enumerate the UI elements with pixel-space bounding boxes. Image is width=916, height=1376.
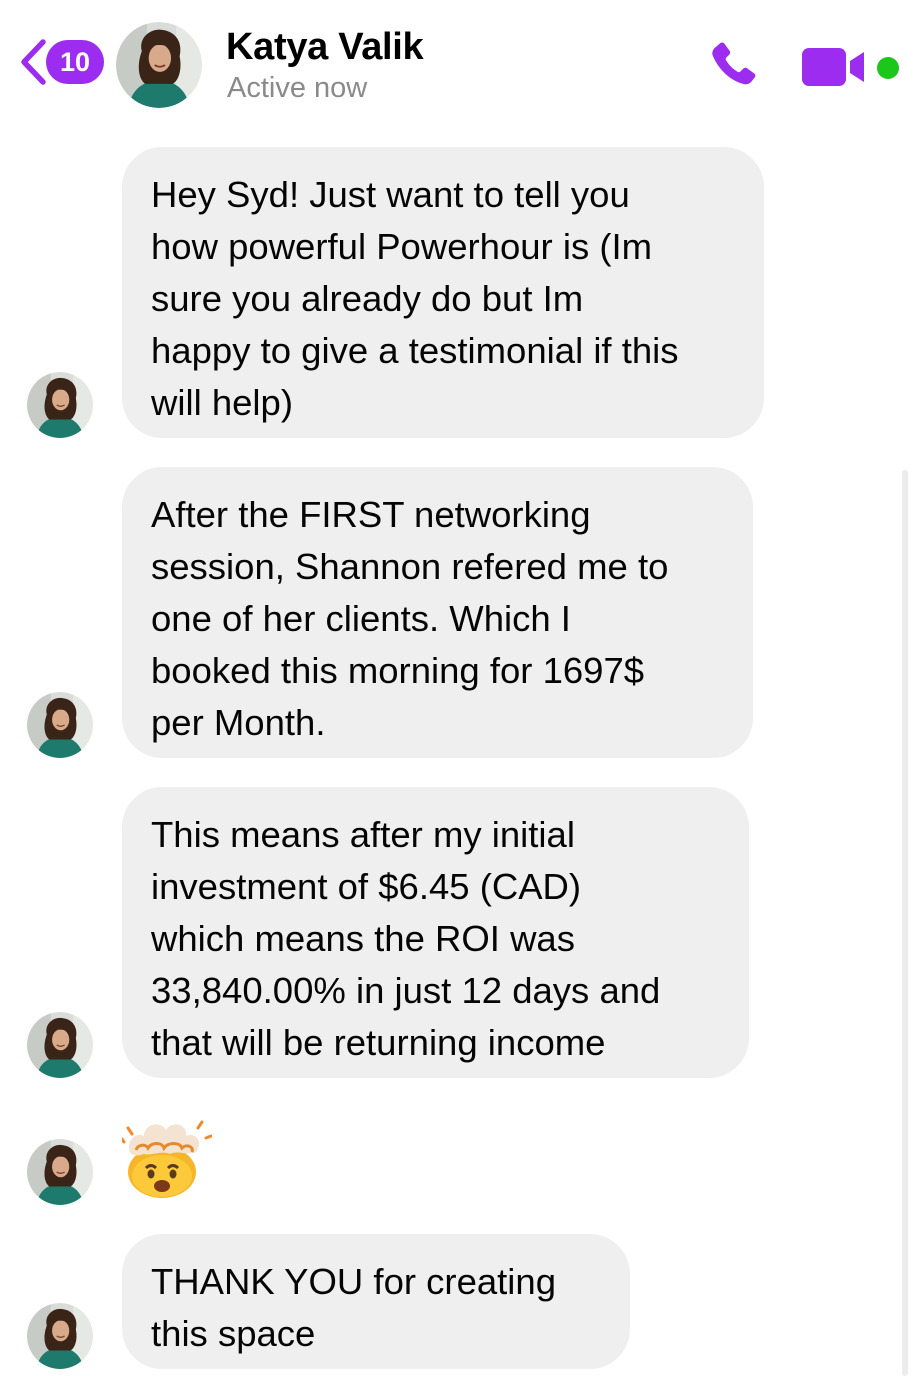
message-bubble[interactable]: THANK YOU for creating this space xyxy=(122,1234,630,1369)
back-button[interactable]: 10 xyxy=(18,38,104,86)
contact-status: Active now xyxy=(227,72,368,104)
message-line: After the FIRST networking xyxy=(151,494,591,535)
message-line: one of her clients. Which I xyxy=(151,598,571,639)
message-line: how powerful Powerhour is (Im xyxy=(151,226,653,267)
sender-avatar[interactable] xyxy=(27,692,93,758)
chat-header: 10 Katya Valik Active now xyxy=(0,0,916,120)
back-chevron-icon xyxy=(21,39,46,85)
emoji-message[interactable] xyxy=(120,1110,213,1200)
video-call-button[interactable] xyxy=(800,46,872,88)
phone-icon xyxy=(712,42,756,85)
voice-call-button[interactable] xyxy=(705,38,761,94)
message-line: this space xyxy=(151,1313,316,1354)
message-bubble[interactable]: Hey Syd! Just want to tell you how power… xyxy=(122,147,764,438)
message-line: Hey Syd! Just want to tell you xyxy=(151,174,630,215)
unread-count-badge: 10 xyxy=(46,40,104,84)
message-bubble[interactable]: This means after my initial investment o… xyxy=(122,787,749,1078)
message-line: that will be returning income xyxy=(151,1022,606,1063)
online-status-dot xyxy=(877,57,899,79)
message-line: This means after my initial xyxy=(151,814,575,855)
message-line: per Month. xyxy=(151,702,326,743)
sender-avatar[interactable] xyxy=(27,1139,93,1205)
exploding-head-emoji xyxy=(120,1120,213,1198)
message-line: booked this morning for 1697$ xyxy=(151,650,645,691)
scrollbar[interactable] xyxy=(902,470,908,1376)
contact-name[interactable]: Katya Valik xyxy=(226,26,424,69)
contact-avatar[interactable] xyxy=(116,22,202,108)
message-line: 33,840.00% in just 12 days and xyxy=(151,970,661,1011)
sender-avatar[interactable] xyxy=(27,1303,93,1369)
message-line: happy to give a testimonial if this xyxy=(151,330,679,371)
message-line: investment of $6.45 (CAD) xyxy=(151,866,582,907)
message-bubble[interactable]: After the FIRST networking session, Shan… xyxy=(122,467,753,758)
message-line: which means the ROI was xyxy=(151,918,575,959)
sender-avatar[interactable] xyxy=(27,372,93,438)
video-camera-icon xyxy=(802,48,864,86)
message-line: will help) xyxy=(151,382,293,423)
message-line: THANK YOU for creating xyxy=(151,1261,557,1302)
sender-avatar[interactable] xyxy=(27,1012,93,1078)
message-line: session, Shannon refered me to xyxy=(151,546,669,587)
message-line: sure you already do but Im xyxy=(151,278,584,319)
